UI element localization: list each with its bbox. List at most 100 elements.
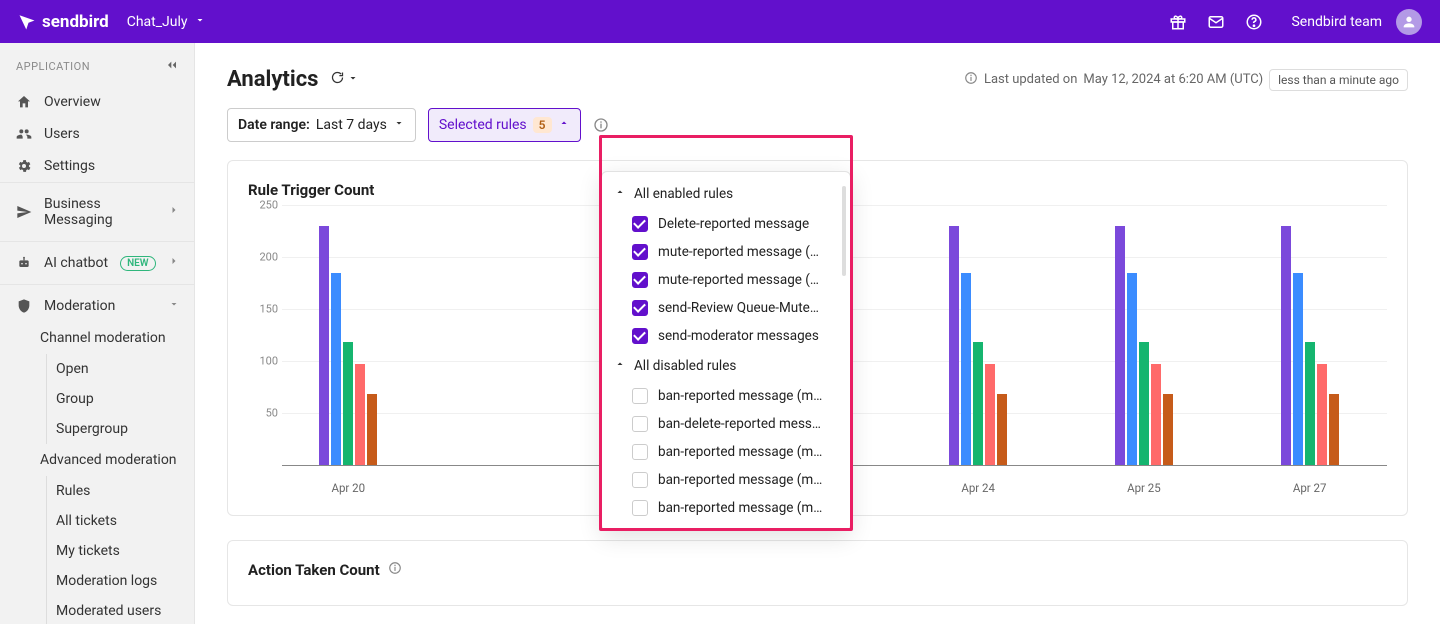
bar[interactable] — [1329, 394, 1339, 465]
info-icon[interactable] — [388, 561, 402, 579]
sidebar-item-advanced-moderation[interactable]: Advanced moderation — [0, 444, 194, 476]
home-icon — [16, 94, 32, 110]
new-badge: NEW — [120, 256, 156, 271]
sidebar: APPLICATION Overview Users Settings Busi… — [0, 43, 195, 624]
bar[interactable] — [355, 364, 365, 465]
dropdown-item[interactable]: send-moderator messages — [602, 322, 850, 350]
bar[interactable] — [997, 394, 1007, 465]
checkbox-icon[interactable] — [632, 328, 648, 344]
checkbox-icon[interactable] — [632, 300, 648, 316]
mail-icon[interactable] — [1207, 13, 1225, 31]
header-user[interactable]: Sendbird team — [1291, 9, 1422, 35]
sidebar-item-channel-moderation[interactable]: Channel moderation — [0, 322, 194, 354]
selected-rules-filter[interactable]: Selected rules 5 — [428, 108, 581, 142]
bar-group — [319, 226, 377, 465]
selected-rules-count: 5 — [533, 117, 552, 133]
sidebar-item-my-tickets[interactable]: My tickets — [0, 536, 194, 566]
y-tick-label: 250 — [259, 199, 278, 212]
info-icon — [964, 71, 978, 89]
dropdown-item-label: ban-reported message (m… — [658, 472, 822, 488]
chevron-up-icon — [614, 186, 626, 202]
checkbox-icon[interactable] — [632, 472, 648, 488]
bar[interactable] — [949, 226, 959, 465]
sidebar-item-open[interactable]: Open — [0, 354, 194, 384]
checkbox-icon[interactable] — [632, 244, 648, 260]
sidebar-item-group[interactable]: Group — [0, 384, 194, 414]
dropdown-item-label: mute-reported message (… — [658, 244, 819, 260]
dropdown-group-label: All enabled rules — [634, 186, 733, 202]
checkbox-icon[interactable] — [632, 444, 648, 460]
y-tick-label: 200 — [259, 251, 278, 264]
chevron-down-icon — [194, 14, 206, 30]
bar[interactable] — [1127, 273, 1137, 465]
sidebar-item-moderation-logs[interactable]: Moderation logs — [0, 566, 194, 596]
dropdown-item-label: send-moderator messages — [658, 328, 819, 344]
sendbird-logo-icon — [18, 13, 36, 31]
bar[interactable] — [1115, 226, 1125, 465]
bar[interactable] — [985, 364, 995, 465]
checkbox-icon[interactable] — [632, 388, 648, 404]
checkbox-icon[interactable] — [632, 416, 648, 432]
last-updated-relative: less than a minute ago — [1269, 69, 1408, 91]
team-name: Sendbird team — [1291, 14, 1382, 30]
sidebar-item-business-messaging[interactable]: Business Messaging — [0, 182, 194, 242]
date-range-filter[interactable]: Date range: Last 7 days — [227, 108, 416, 142]
dropdown-item[interactable]: ban-reported message (m… — [602, 466, 850, 494]
sidebar-item-supergroup[interactable]: Supergroup — [0, 414, 194, 444]
chevron-up-icon — [614, 358, 626, 374]
dropdown-group-disabled-header[interactable]: All disabled rules — [602, 350, 850, 382]
page-title: Analytics — [227, 67, 318, 92]
checkbox-icon[interactable] — [632, 216, 648, 232]
bar[interactable] — [1151, 364, 1161, 465]
sidebar-collapse-icon[interactable] — [164, 57, 180, 76]
bar[interactable] — [1305, 342, 1315, 465]
bar[interactable] — [319, 226, 329, 465]
sidebar-item-moderation[interactable]: Moderation — [0, 285, 194, 322]
refresh-button[interactable] — [330, 70, 359, 89]
gift-icon[interactable] — [1169, 13, 1187, 31]
dropdown-item[interactable]: ban-reported message (m… — [602, 438, 850, 466]
sidebar-item-all-tickets[interactable]: All tickets — [0, 506, 194, 536]
info-icon[interactable] — [593, 117, 609, 133]
y-tick-label: 150 — [259, 303, 278, 316]
bar[interactable] — [1139, 342, 1149, 465]
brand-logo[interactable]: sendbird — [18, 12, 109, 32]
bar-group — [949, 226, 1007, 465]
bar[interactable] — [973, 342, 983, 465]
dropdown-item[interactable]: mute-reported message (… — [602, 266, 850, 294]
help-icon[interactable] — [1245, 13, 1263, 31]
header-icon-group — [1169, 13, 1263, 31]
sidebar-item-label: Overview — [44, 94, 101, 110]
avatar[interactable] — [1396, 9, 1422, 35]
sidebar-item-ai-chatbot[interactable]: AI chatbot NEW — [0, 242, 194, 285]
page-header: Analytics Last updated on May 12, 2024 a… — [195, 43, 1440, 108]
dropdown-item[interactable]: send-Review Queue-Mute… — [602, 294, 850, 322]
scrollbar[interactable] — [842, 186, 846, 276]
bar-group — [1281, 226, 1339, 465]
bar[interactable] — [1163, 394, 1173, 465]
y-tick-label: 50 — [266, 407, 278, 420]
bar[interactable] — [343, 342, 353, 465]
dropdown-item[interactable]: ban-reported message (m… — [602, 382, 850, 410]
bar[interactable] — [331, 273, 341, 465]
sidebar-item-settings[interactable]: Settings — [0, 150, 194, 182]
sidebar-item-users[interactable]: Users — [0, 118, 194, 150]
dropdown-group-enabled-header[interactable]: All enabled rules — [602, 178, 850, 210]
sidebar-item-overview[interactable]: Overview — [0, 86, 194, 118]
bar[interactable] — [1293, 273, 1303, 465]
app-switcher[interactable]: Chat_July — [127, 14, 206, 30]
bar-group — [1115, 226, 1173, 465]
dropdown-item[interactable]: Delete-reported message — [602, 210, 850, 238]
checkbox-icon[interactable] — [632, 500, 648, 516]
bar[interactable] — [1281, 226, 1291, 465]
sidebar-item-moderated-users[interactable]: Moderated users — [0, 596, 194, 624]
checkbox-icon[interactable] — [632, 272, 648, 288]
dropdown-item[interactable]: mute-reported message (… — [602, 238, 850, 266]
dropdown-item[interactable]: ban-delete-reported mess… — [602, 410, 850, 438]
sidebar-item-rules[interactable]: Rules — [0, 476, 194, 506]
bar[interactable] — [367, 394, 377, 465]
dropdown-item[interactable]: ban-reported message (m… — [602, 494, 850, 522]
bar[interactable] — [1317, 364, 1327, 465]
dropdown-item-label: ban-reported message (m… — [658, 500, 822, 516]
bar[interactable] — [961, 273, 971, 465]
